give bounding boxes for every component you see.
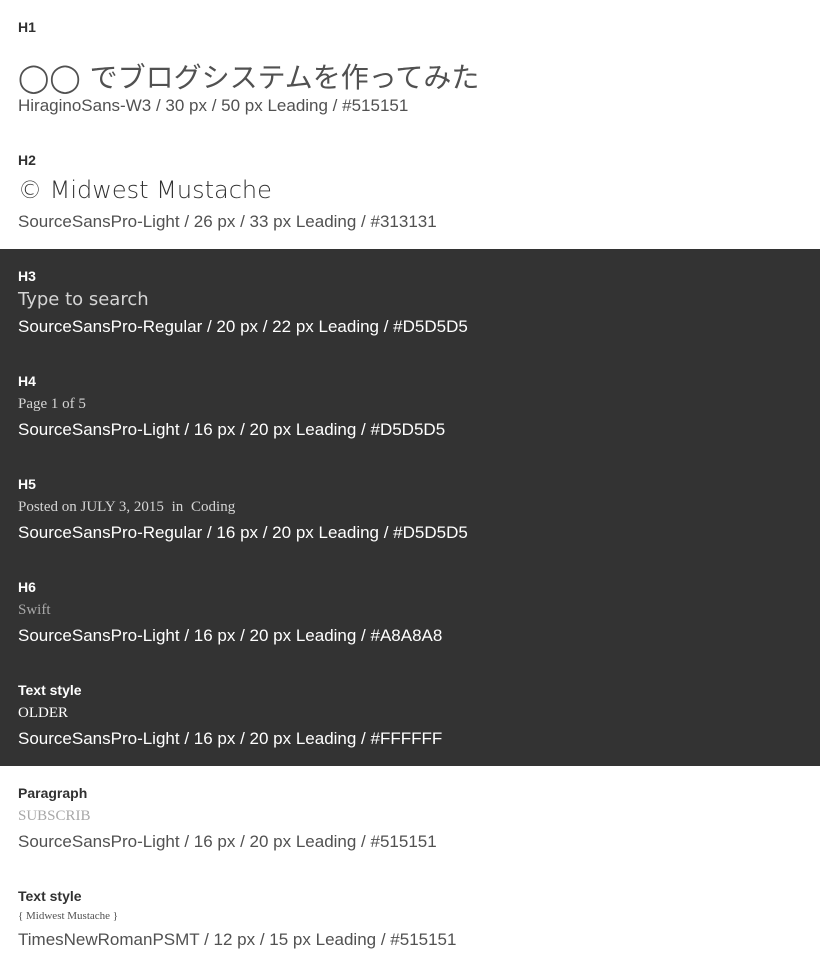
h5-in-text: in bbox=[171, 499, 184, 515]
paragraph-style-sample: SUBSCRIB bbox=[18, 808, 91, 824]
text-style-2-spec: TimesNewRomanPSMT / 12 px / 15 px Leadin… bbox=[18, 930, 457, 949]
text-style-2-label: Text style bbox=[18, 888, 82, 904]
h5-style-spec: SourceSansPro-Regular / 16 px / 20 px Le… bbox=[18, 523, 468, 542]
text-style-2-sample: { Midwest Mustache } bbox=[18, 910, 119, 922]
h1-style-label: H1 bbox=[18, 19, 36, 35]
h3-style-label: H3 bbox=[18, 268, 36, 284]
h2-style-spec: SourceSansPro-Light / 26 px / 33 px Lead… bbox=[18, 212, 437, 231]
h5-style-label: H5 bbox=[18, 476, 36, 492]
text-style-sample: OLDER bbox=[18, 705, 68, 721]
h4-style-spec: SourceSansPro-Light / 16 px / 20 px Lead… bbox=[18, 420, 446, 439]
h1-style-sample: ◯◯ でブログシステムを作ってみた bbox=[18, 61, 480, 94]
h2-style-label: H2 bbox=[18, 152, 36, 168]
h3-style-sample: Type to search bbox=[18, 289, 149, 310]
h5-date-text: JULY 3, 2015 bbox=[80, 499, 164, 515]
dark-section: H3 Type to search SourceSansPro-Regular … bbox=[0, 249, 820, 766]
h4-style-label: H4 bbox=[18, 373, 36, 389]
paragraph-style-spec: SourceSansPro-Light / 16 px / 20 px Lead… bbox=[18, 832, 437, 851]
h5-category-text: Coding bbox=[191, 499, 236, 515]
text-style-label: Text style bbox=[18, 682, 82, 698]
h1-style-spec: HiraginoSans-W3 / 30 px / 50 px Leading … bbox=[18, 96, 409, 115]
h5-style-sample: Posted on JULY 3, 2015 in Coding bbox=[18, 497, 235, 517]
light-section-bottom: Paragraph SUBSCRIB SourceSansPro-Light /… bbox=[0, 766, 820, 967]
h6-style-sample: Swift bbox=[18, 602, 51, 618]
text-style-spec: SourceSansPro-Light / 16 px / 20 px Lead… bbox=[18, 729, 443, 748]
paragraph-style-label: Paragraph bbox=[18, 785, 88, 801]
h6-style-label: H6 bbox=[18, 579, 36, 595]
h4-style-sample: Page 1 of 5 bbox=[18, 396, 86, 412]
h5-posted-on-text: Posted on bbox=[18, 499, 77, 515]
h3-style-spec: SourceSansPro-Regular / 20 px / 22 px Le… bbox=[18, 317, 468, 336]
light-section-top: H1 ◯◯ でブログシステムを作ってみた HiraginoSans-W3 / 3… bbox=[0, 0, 820, 249]
h2-style-sample: © Midwest Mustache bbox=[18, 176, 272, 204]
h6-style-spec: SourceSansPro-Light / 16 px / 20 px Lead… bbox=[18, 626, 443, 645]
